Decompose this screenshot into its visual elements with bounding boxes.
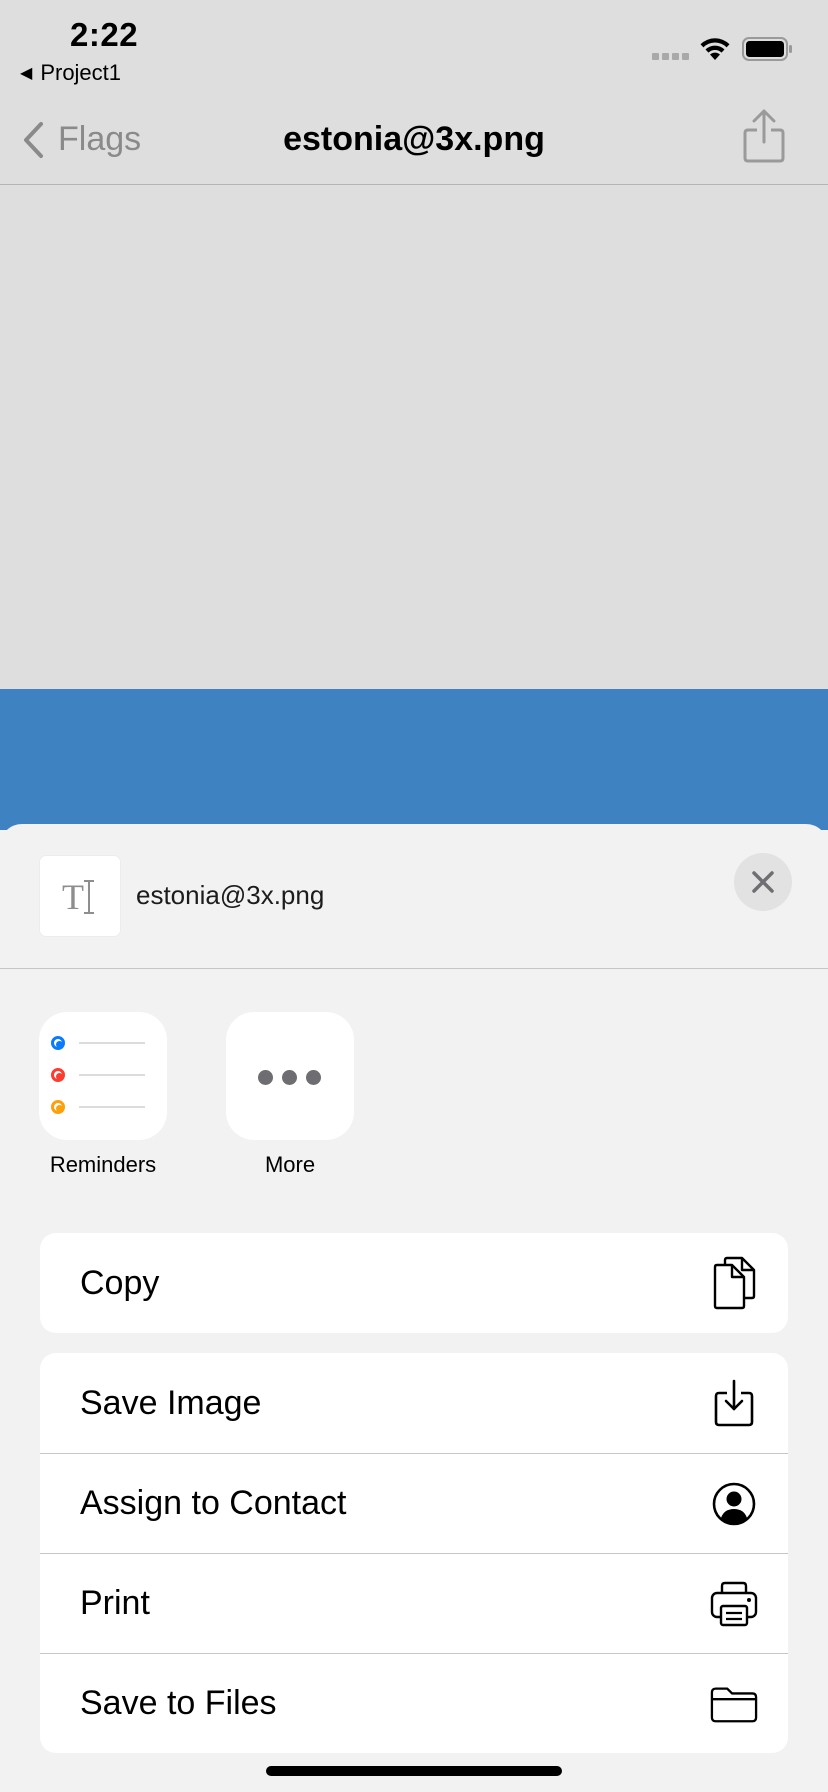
reminders-app-icon	[39, 1012, 167, 1140]
save-image-label: Save Image	[80, 1383, 262, 1422]
actions-group: Save Image Assign to Contact Print Save …	[40, 1353, 788, 1753]
file-thumbnail: T	[40, 856, 120, 936]
page-title: estonia@3x.png	[283, 120, 545, 158]
home-indicator[interactable]	[266, 1766, 562, 1776]
wifi-icon	[698, 36, 732, 67]
save-to-files-label: Save to Files	[80, 1684, 277, 1722]
share-sheet: T estonia@3x.png Reminders More Copy Sav…	[0, 824, 828, 1792]
close-icon	[752, 871, 774, 893]
share-apps-row: Reminders More	[0, 1012, 828, 1182]
contact-icon	[710, 1478, 758, 1530]
copy-label: Copy	[80, 1263, 160, 1302]
back-to-app-label: Project1	[40, 60, 122, 85]
more-icon	[226, 1012, 354, 1140]
copy-action-group: Copy	[40, 1233, 788, 1333]
back-to-app-button[interactable]: ◀ Project1	[20, 60, 121, 86]
back-triangle-icon: ◀	[20, 65, 33, 82]
share-sheet-header: T estonia@3x.png	[0, 824, 828, 969]
status-time: 2:22	[70, 16, 139, 53]
app-more[interactable]: More	[220, 1012, 360, 1178]
app-label-more: More	[264, 1152, 316, 1177]
share-button[interactable]	[742, 108, 786, 169]
text-cursor-icon	[84, 880, 94, 914]
background-app: 2:22 ◀ Project1 Flags estonia@3x.png	[0, 0, 828, 830]
text-document-icon: T	[62, 877, 84, 917]
status-bar: 2:22 ◀ Project1	[0, 0, 828, 92]
print-button[interactable]: Print	[40, 1553, 788, 1653]
folder-icon	[710, 1678, 758, 1730]
shared-filename: estonia@3x.png	[136, 880, 325, 910]
copy-button[interactable]: Copy	[40, 1233, 788, 1333]
battery-icon	[742, 37, 794, 66]
assign-to-contact-label: Assign to Contact	[80, 1484, 347, 1522]
save-to-files-button[interactable]: Save to Files	[40, 1653, 788, 1753]
save-image-button[interactable]: Save Image	[40, 1353, 788, 1453]
flag-image-preview	[0, 689, 828, 830]
cellular-signal-icon	[652, 53, 692, 60]
assign-to-contact-button[interactable]: Assign to Contact	[40, 1453, 788, 1553]
close-button[interactable]	[734, 853, 792, 911]
share-icon	[743, 109, 785, 163]
printer-icon	[710, 1578, 758, 1630]
print-label: Print	[80, 1584, 150, 1622]
copy-icon	[710, 1256, 758, 1310]
app-label-reminders: Reminders	[49, 1152, 157, 1177]
save-image-icon	[710, 1377, 758, 1429]
app-reminders[interactable]: Reminders	[33, 1012, 173, 1178]
navigation-bar: Flags estonia@3x.png	[0, 92, 828, 185]
